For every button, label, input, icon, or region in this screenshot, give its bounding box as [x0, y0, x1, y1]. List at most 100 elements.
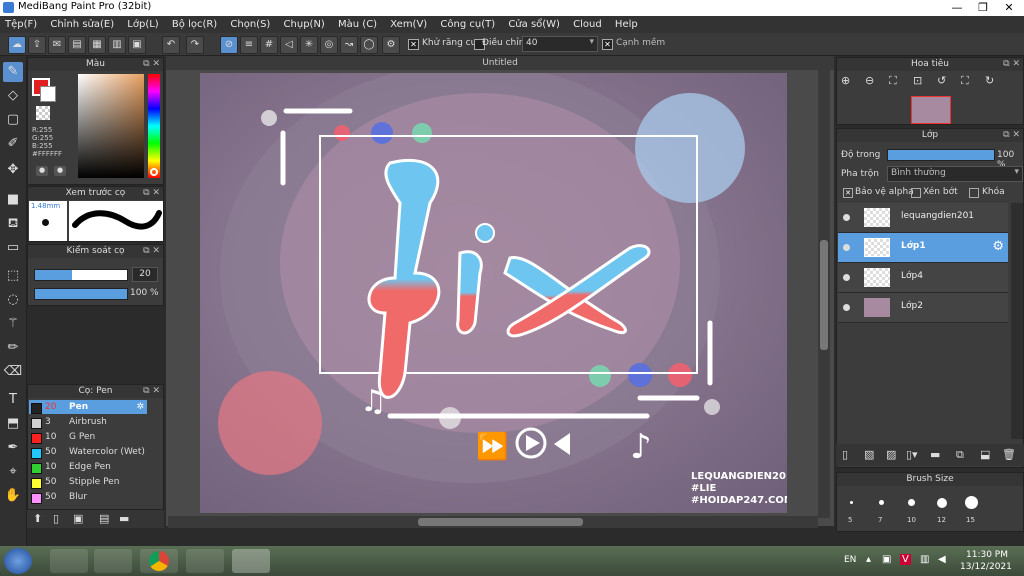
bucket-tool-icon[interactable]: ⛾ — [3, 214, 23, 234]
snap-circle-icon[interactable]: ◎ — [320, 36, 338, 54]
size-dot[interactable] — [965, 496, 978, 509]
layer-row[interactable]: Lớp1 ⚙ — [838, 233, 1008, 263]
blend-mode-select[interactable]: Bình thường ▾ — [887, 166, 1023, 182]
canvas-vscroll[interactable] — [818, 70, 830, 518]
protect-alpha-checkbox[interactable]: ✕ — [843, 188, 853, 198]
maximize-button[interactable]: ❐ — [970, 0, 996, 16]
tray-expand-icon[interactable]: ▴ — [866, 554, 871, 565]
menu-view[interactable]: Xem(V) — [385, 16, 432, 33]
transparent-swatch[interactable] — [36, 106, 50, 120]
language-indicator[interactable]: EN — [844, 555, 856, 565]
layer-opacity-slider[interactable] — [887, 149, 995, 161]
brush-item[interactable]: 50 Stipple Pen — [29, 475, 147, 489]
snap-off-icon[interactable]: ⊘ — [220, 36, 238, 54]
size-dot[interactable] — [850, 501, 853, 504]
media-player-taskbar-icon[interactable] — [94, 549, 132, 573]
select-tool-icon[interactable]: ⬚ — [3, 266, 23, 286]
new-layer-icon[interactable]: ▯ — [842, 448, 848, 461]
zoom-out-icon[interactable]: ⊖ — [865, 74, 874, 87]
layer-add-dropdown-icon[interactable]: ▯▾ — [906, 448, 918, 461]
eye-icon[interactable] — [843, 244, 850, 251]
chrome-taskbar-icon[interactable] — [140, 549, 178, 573]
layer-row[interactable]: Lớp2 — [838, 293, 1008, 323]
divide-tool-icon[interactable]: ⬒ — [3, 414, 23, 434]
snap-parallel-icon[interactable]: ≡ — [240, 36, 258, 54]
canvas-tab[interactable]: Untitled — [166, 56, 834, 70]
comment-icon[interactable]: ✉ — [48, 36, 66, 54]
tray-app-icon[interactable]: ▣ — [882, 554, 891, 565]
layer-row[interactable]: Lớp4 — [838, 263, 1008, 293]
size-dot[interactable] — [937, 498, 947, 508]
text-tool-icon[interactable]: T — [3, 390, 23, 410]
brush-item[interactable]: 20 Pen ✲ — [29, 400, 147, 414]
upload-icon[interactable]: ⇪ — [28, 36, 46, 54]
brush-item[interactable]: 50 Blur — [29, 490, 147, 504]
rotate-left-icon[interactable]: ↺ — [937, 74, 946, 87]
select-pen-icon[interactable]: ✏ — [3, 338, 23, 358]
adjust-input[interactable]: 40 ▾ — [522, 36, 598, 52]
panel-close-icon[interactable]: ⧉ ✕ — [1003, 58, 1020, 71]
brush-opacity-slider[interactable] — [34, 288, 128, 300]
brush-item[interactable]: 50 Watercolor (Wet) — [29, 445, 147, 459]
grid-icon[interactable]: ▥ — [108, 36, 126, 54]
page-icon[interactable]: ▤ — [68, 36, 86, 54]
minimize-button[interactable]: — — [944, 0, 970, 16]
menu-help[interactable]: Help — [610, 16, 643, 33]
rotate-right-icon[interactable]: ↻ — [985, 74, 994, 87]
eye-icon[interactable] — [843, 214, 850, 221]
pen-nib-icon[interactable]: ⌖ — [3, 462, 23, 482]
dot-tool-icon[interactable]: ✐ — [3, 134, 23, 154]
start-button[interactable] — [4, 548, 32, 574]
actual-size-icon[interactable]: ⊡ — [913, 74, 922, 87]
clipping-checkbox[interactable] — [911, 188, 921, 198]
clock-time[interactable]: 11:30 PM — [966, 550, 1008, 560]
hand-tool-icon[interactable]: ✋ — [3, 486, 23, 506]
close-button[interactable]: ✕ — [996, 0, 1022, 16]
brush-tool-icon[interactable]: ✎ — [3, 62, 23, 82]
menu-tools[interactable]: Công cụ(T) — [435, 16, 500, 33]
brush-item[interactable]: 10 G Pen — [29, 430, 147, 444]
trash-icon[interactable]: 🗑 — [1002, 448, 1016, 461]
menu-capture[interactable]: Chụp(N) — [279, 16, 330, 33]
snap-curve-icon[interactable]: ↝ — [340, 36, 358, 54]
soft-edge-checkbox[interactable]: ✕ — [602, 39, 613, 50]
clock-date[interactable]: 13/12/2021 — [960, 562, 1012, 572]
panel-close-icon[interactable]: ⧉ ✕ — [143, 245, 160, 258]
cloud-icon[interactable]: ☁ — [8, 36, 26, 54]
menu-select[interactable]: Chọn(S) — [225, 16, 275, 33]
palette-add-icon[interactable]: ● — [54, 166, 66, 176]
menu-layer[interactable]: Lớp(L) — [122, 16, 163, 33]
document-icon[interactable]: ▦ — [88, 36, 106, 54]
snap-grid-icon[interactable]: # — [260, 36, 278, 54]
brush-settings-icon[interactable]: ✲ — [136, 400, 144, 414]
app-taskbar-icon[interactable] — [186, 549, 224, 573]
folder-icon[interactable]: ▬ — [930, 448, 940, 461]
volume-icon[interactable]: ◀ — [938, 554, 946, 565]
menu-color[interactable]: Màu (C) — [333, 16, 382, 33]
background-color-swatch[interactable] — [40, 86, 56, 102]
explorer-taskbar-icon[interactable] — [50, 549, 88, 573]
eye-icon[interactable] — [843, 304, 850, 311]
fill-shape-tool-icon[interactable]: ■ — [3, 190, 23, 210]
brush-size-value[interactable]: 20 — [132, 267, 158, 282]
move-tool-icon[interactable]: ✥ — [3, 160, 23, 180]
add-brush-icon[interactable]: ⬆ — [33, 512, 42, 525]
panel-close-icon[interactable]: ⧉ ✕ — [143, 187, 160, 200]
brush-item[interactable]: 10 Edge Pen — [29, 460, 147, 474]
new-layer-menu-icon[interactable]: ▨ — [886, 448, 896, 461]
size-dot[interactable] — [908, 499, 915, 506]
snap-settings-icon[interactable]: ⚙ — [382, 36, 400, 54]
magic-wand-icon[interactable]: ⚚ — [3, 314, 23, 334]
menu-window[interactable]: Cửa sổ(W) — [503, 16, 565, 33]
lasso-tool-icon[interactable]: ◌ — [3, 290, 23, 310]
hue-slider[interactable] — [148, 74, 160, 178]
hue-handle[interactable] — [150, 168, 158, 176]
select-eraser-icon[interactable]: ⌫ — [3, 362, 23, 382]
panel-close-icon[interactable]: ⧉ ✕ — [1003, 129, 1020, 142]
merge-layer-icon[interactable]: ⬓ — [980, 448, 990, 461]
palette-icon[interactable]: ● — [36, 166, 48, 176]
menu-cloud[interactable]: Cloud — [568, 16, 607, 33]
navigator-thumbnail[interactable] — [911, 96, 951, 124]
snap-ellipse-icon[interactable]: ◯ — [360, 36, 378, 54]
panel-icon[interactable]: ▣ — [128, 36, 146, 54]
